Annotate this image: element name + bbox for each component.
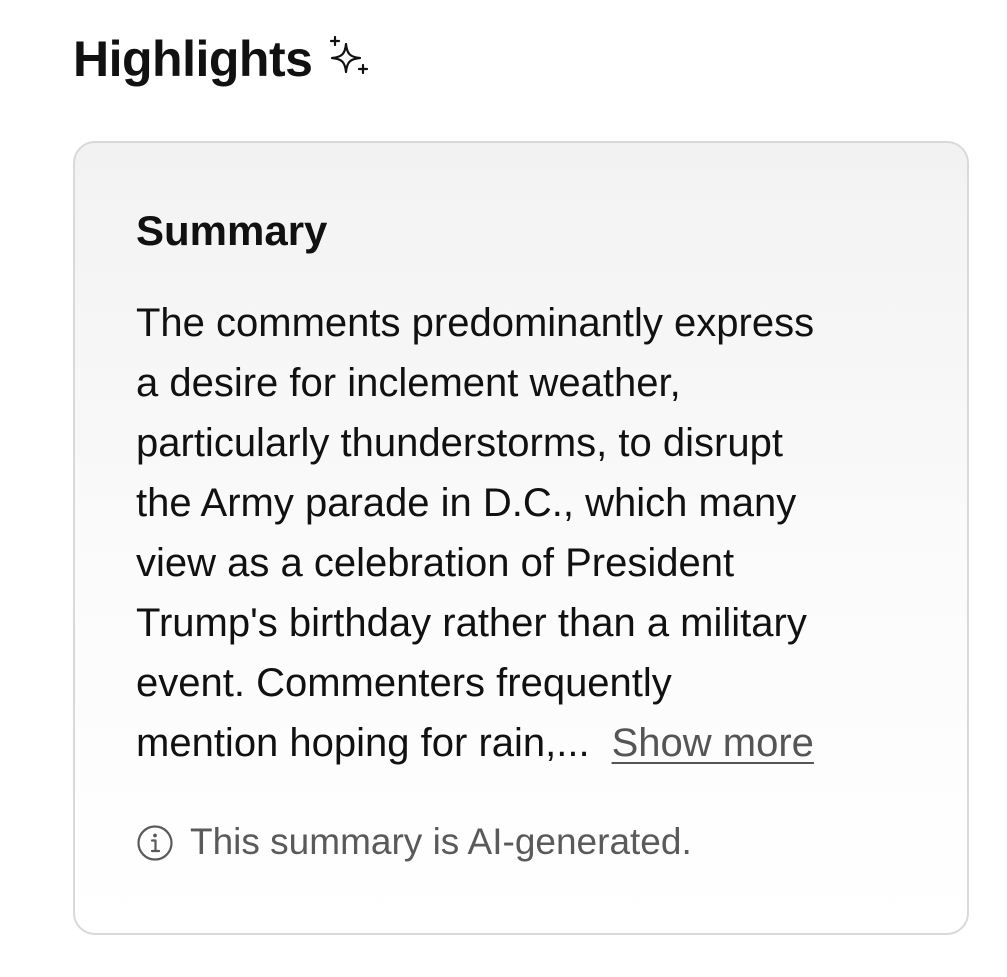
highlights-header: Highlights (73, 28, 372, 90)
summary-line: The comments predominantly express (136, 301, 815, 345)
disclaimer-text: This summary is AI-generated. (190, 821, 692, 862)
ai-disclaimer: This summary is AI-generated. (136, 815, 692, 869)
summary-text: The comments predominantly express a des… (136, 293, 926, 773)
page-title: Highlights (73, 31, 313, 87)
summary-line: event. Commenters frequently (136, 661, 672, 705)
summary-line: a desire for inclement weather, (136, 361, 681, 405)
summary-line: particularly thunderstorms, to disrupt (136, 421, 783, 465)
summary-last-line: mention hoping for rain,... Show more (136, 713, 926, 773)
info-icon (136, 823, 174, 861)
summary-line: view as a celebration of President (136, 541, 735, 585)
sparkle-icon (326, 34, 372, 80)
summary-title: Summary (136, 207, 328, 254)
summary-line: Trump's birthday rather than a military (136, 601, 807, 645)
show-more-link[interactable]: Show more (612, 721, 814, 765)
summary-line: the Army parade in D.C., which many (136, 481, 797, 525)
summary-card: Summary The comments predominantly expre… (73, 141, 969, 935)
summary-line-truncated: mention hoping for rain,... (136, 721, 590, 765)
